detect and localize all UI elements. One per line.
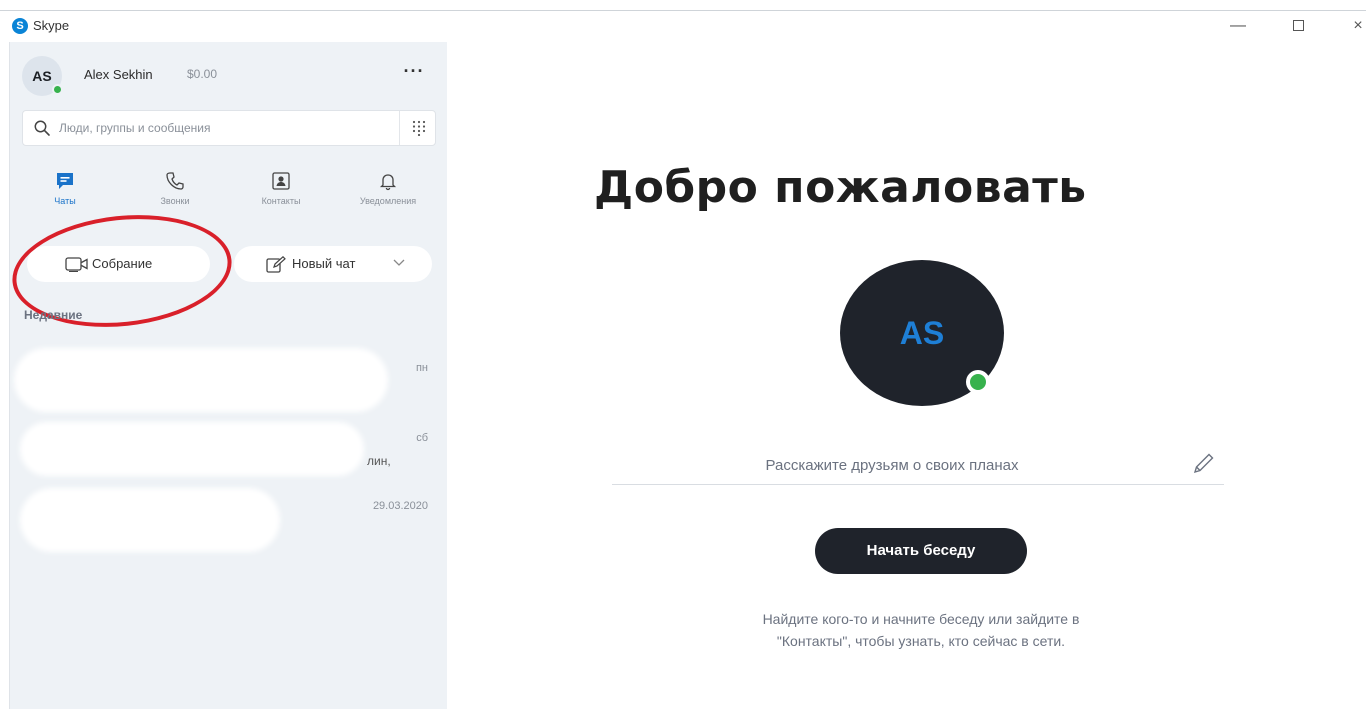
pencil-icon[interactable] [1190,451,1216,477]
dialpad-icon [412,120,426,136]
video-camera-icon [65,257,88,272]
search-input[interactable] [59,112,389,144]
tab-calls-label: Звонки [160,196,190,206]
contacts-icon [272,172,290,190]
dialpad-button[interactable] [399,111,436,145]
sidebar: AS Alex Sekhin $0.00 ··· Люди, группы и … [6,42,448,709]
maximize-icon [1292,20,1304,32]
mood-message-input[interactable] [612,447,1172,483]
tab-chats-label: Чаты [54,196,76,206]
tab-contacts[interactable]: Контакты [231,164,331,214]
window-top-border [0,10,1366,11]
tab-calls[interactable]: Звонки [125,164,225,214]
meeting-button-label: Собрание [92,256,153,271]
presence-online-icon [966,370,990,394]
list-item[interactable]: пн [10,336,448,412]
chat-timestamp: пн [415,362,428,374]
tab-chats[interactable]: Чаты [15,164,115,214]
bell-icon [379,174,397,191]
hint-text: Найдите кого-то и начните беседу или зай… [647,608,1195,652]
list-item[interactable]: 29.03.2020 [10,476,448,552]
presence-online-icon [52,84,63,95]
hint-line-2: "Контакты", чтобы узнать, кто сейчас в с… [776,633,1066,649]
main-panel: Добро пожаловать AS Начать беседу Найдит… [447,42,1366,709]
profile-balance[interactable]: $0.00 [187,67,217,81]
chevron-down-icon[interactable] [392,258,406,268]
chat-timestamp: сб [416,432,428,444]
maximize-button[interactable] [1278,13,1318,39]
meeting-button[interactable]: Собрание [27,246,210,282]
close-button[interactable]: × [1338,13,1366,39]
phone-icon [166,172,184,190]
tab-notifications[interactable]: Уведомления [338,164,438,214]
hint-line-1: Найдите кого-то и начните беседу или зай… [762,611,1080,627]
skype-logo-icon: S [12,18,28,34]
recent-chats-header: Недавние [24,308,83,322]
window-title: Skype [33,18,70,33]
search-icon [34,120,50,136]
new-chat-button[interactable]: Новый чат [234,246,432,282]
title-bar: S Skype — × [0,10,1366,42]
compose-icon [266,256,286,273]
more-options-button[interactable]: ··· [397,60,431,88]
search-box[interactable] [22,110,436,146]
welcome-title: Добро пожаловать [594,162,1087,213]
chat-timestamp: 29.03.2020 [372,500,428,512]
tab-contacts-label: Контакты [261,196,301,206]
new-chat-button-label: Новый чат [292,256,356,271]
tab-notifications-label: Уведомления [359,196,417,206]
profile-header: AS Alex Sekhin $0.00 ··· [22,56,436,96]
nav-tabs: Чаты Звонки Контакты Уведомления [10,164,448,220]
list-item[interactable]: сб лин, [10,410,448,480]
redacted-contact [14,348,388,412]
start-conversation-button[interactable]: Начать беседу [815,528,1027,574]
minimize-button[interactable]: — [1218,13,1258,39]
chat-snippet: лин, [367,454,391,468]
mood-message-field[interactable] [612,445,1224,485]
profile-name[interactable]: Alex Sekhin [84,67,153,82]
chat-icon [57,173,73,189]
redacted-contact [20,488,280,552]
redacted-contact [20,422,364,476]
